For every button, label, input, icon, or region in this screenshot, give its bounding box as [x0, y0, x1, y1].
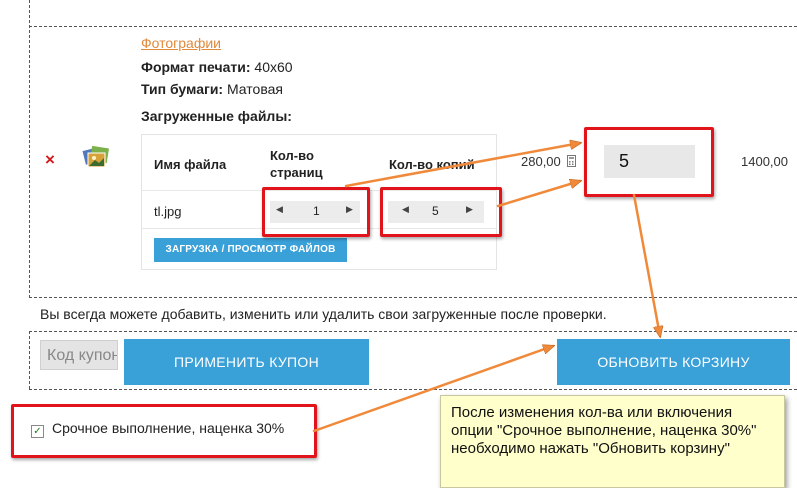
column-header-copies: Кол-во копий [389, 157, 475, 172]
arrow-quantity-to-update [632, 193, 660, 336]
apply-coupon-button[interactable]: ПРИМЕНИТЬ КУПОН [124, 339, 369, 385]
paper-type-value: Матовая [226, 81, 283, 97]
pages-increment-arrow-icon[interactable]: ▶ [346, 204, 353, 215]
copies-decrement-arrow-icon[interactable]: ◀ [402, 204, 409, 215]
table-left-border [29, 0, 30, 298]
column-header-pages-line2: страниц [270, 165, 323, 180]
unit-price: 280,00 [521, 154, 577, 169]
urgent-option[interactable]: ✓ Срочное выполнение, наценка 30% [31, 420, 285, 438]
urgent-option-label: Срочное выполнение, наценка 30% [52, 420, 285, 436]
remove-item-icon[interactable]: × [45, 150, 55, 170]
actions-divider [29, 389, 797, 390]
product-name-link[interactable]: Фотографии [141, 35, 221, 51]
product-thumbnail [82, 145, 109, 168]
unit-price-value: 280,00 [521, 154, 561, 169]
print-format-value: 40x60 [254, 59, 293, 75]
pages-decrement-arrow-icon[interactable]: ◀ [276, 204, 283, 215]
print-format-label: Формат печати: [141, 59, 251, 75]
paper-type-label: Тип бумаги: [141, 81, 224, 97]
line-total: 1400,00 [741, 154, 788, 169]
copies-value: 5 [432, 204, 439, 218]
copies-stepper[interactable]: ◀ 5 ▶ [388, 201, 484, 223]
table-row-divider [142, 228, 496, 229]
table-header-divider [142, 190, 496, 191]
pages-stepper[interactable]: ◀ 1 ▶ [270, 201, 360, 223]
arrow-copies-to-quantity [496, 181, 580, 208]
print-format-line: Формат печати: 40x60 [141, 59, 293, 75]
paper-type-line: Тип бумаги: Матовая [141, 81, 283, 97]
pages-value: 1 [313, 204, 320, 218]
files-edit-notice: Вы всегда можете добавить, изменить или … [40, 306, 607, 322]
coupon-code-input[interactable]: Код купона [40, 340, 118, 370]
instruction-callout: После изменения кол-ва или включения опц… [440, 395, 785, 488]
upload-view-files-button[interactable]: ЗАГРУЗКА / ПРОСМОТР ФАЙЛОВ [154, 238, 347, 262]
uploaded-files-heading: Загруженные файлы: [141, 108, 292, 124]
urgent-checkbox[interactable]: ✓ [31, 425, 44, 438]
column-header-filename: Имя файла [154, 157, 227, 172]
cart-quantity-input[interactable]: 5 [604, 145, 695, 178]
column-header-pages: Кол-во страниц [270, 147, 323, 181]
notice-divider [29, 331, 797, 332]
row-divider-bottom [29, 297, 797, 298]
copies-increment-arrow-icon[interactable]: ▶ [466, 204, 473, 215]
column-header-pages-line1: Кол-во [270, 148, 314, 163]
row-divider-top [29, 26, 797, 27]
file-name-cell: tl.jpg [154, 204, 182, 219]
update-cart-button[interactable]: ОБНОВИТЬ КОРЗИНУ [557, 339, 790, 385]
actions-left-border [29, 331, 30, 389]
calculator-icon [567, 155, 577, 167]
